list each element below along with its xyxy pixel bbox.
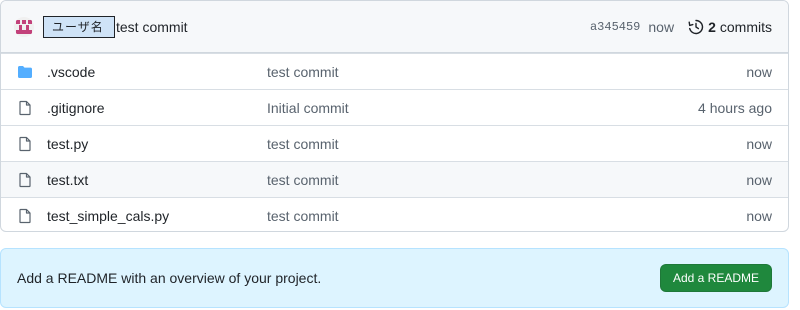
file-name-link[interactable]: test.txt [47,172,88,188]
readme-banner-text: Add a README with an overview of your pr… [17,270,322,286]
file-commit-age: now [746,63,772,80]
commit-author[interactable]: ユーザ名 [43,15,115,38]
file-name-link[interactable]: .gitignore [47,100,105,116]
commit-time: now [648,18,675,35]
file-row[interactable]: .vscode test commit now [1,53,788,89]
latest-commit-header: ユーザ名 test commit a345459 now 2 commits [1,1,788,53]
file-commit-age: now [746,135,772,152]
file-icon [17,208,33,224]
file-commit-message[interactable]: test commit [267,208,339,224]
file-name-link[interactable]: .vscode [47,64,95,80]
commit-count: 2 [708,18,716,35]
folder-icon [17,64,33,80]
avatar[interactable] [14,16,34,37]
readme-banner: Add a README with an overview of your pr… [0,248,789,308]
file-row[interactable]: test_simple_cals.py test commit now [1,197,788,231]
file-commit-age: now [746,207,772,224]
history-icon [688,19,704,34]
identicon-avatar-icon [14,16,34,37]
commit-meta: a345459 now 2 commits [590,19,772,35]
commit-message-link[interactable]: test commit [116,19,188,35]
add-readme-button[interactable]: Add a README [659,264,772,292]
commit-history-link[interactable]: 2 commits [688,19,772,35]
file-browser: ユーザ名 test commit a345459 now 2 commits .… [0,0,789,232]
file-commit-message[interactable]: test commit [267,172,339,188]
file-commit-message[interactable]: test commit [267,136,339,152]
file-icon [17,136,33,152]
file-commit-message[interactable]: Initial commit [267,100,349,116]
file-row[interactable]: test.py test commit now [1,125,788,161]
file-icon [17,172,33,188]
commit-sha-link[interactable]: a345459 [590,20,640,34]
file-name-link[interactable]: test_simple_cals.py [47,208,169,224]
commits-label: commits [719,18,772,35]
file-commit-age: 4 hours ago [698,99,772,116]
file-row[interactable]: test.txt test commit now [1,161,788,197]
file-icon [17,100,33,116]
file-name-link[interactable]: test.py [47,136,88,152]
file-commit-message[interactable]: test commit [267,64,339,80]
file-commit-age: now [746,171,772,188]
file-row[interactable]: .gitignore Initial commit 4 hours ago [1,89,788,125]
